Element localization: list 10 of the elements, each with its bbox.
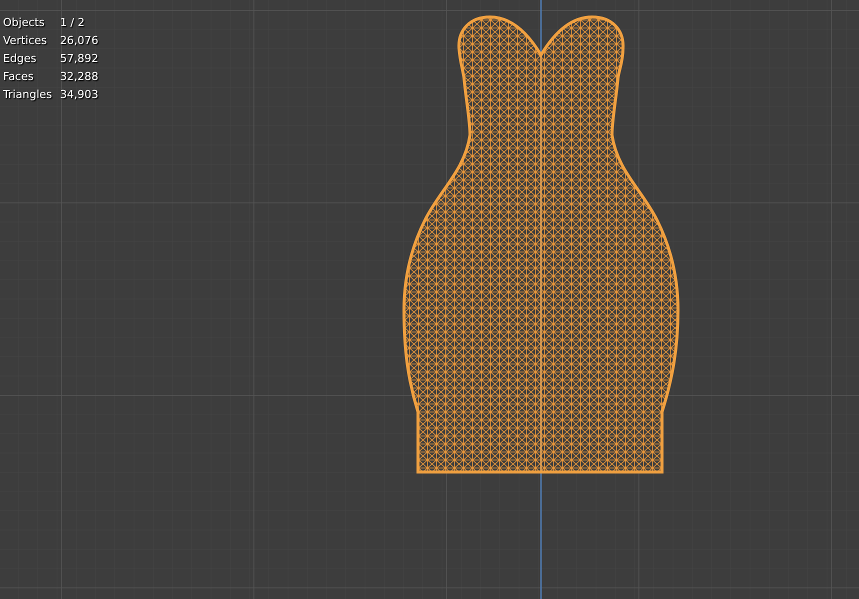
stat-value: 26,076 — [60, 33, 98, 49]
stat-value: 34,903 — [60, 87, 98, 103]
stat-label: Objects — [3, 15, 46, 31]
stat-label: Edges — [3, 51, 38, 67]
stat-label: Faces — [3, 69, 35, 85]
stat-label: Triangles — [3, 87, 52, 103]
stat-value: 1 / 2 — [60, 15, 86, 31]
stat-label: Vertices — [3, 33, 48, 49]
stat-value: 32,288 — [60, 69, 98, 85]
stat-value: 57,892 — [60, 51, 98, 67]
